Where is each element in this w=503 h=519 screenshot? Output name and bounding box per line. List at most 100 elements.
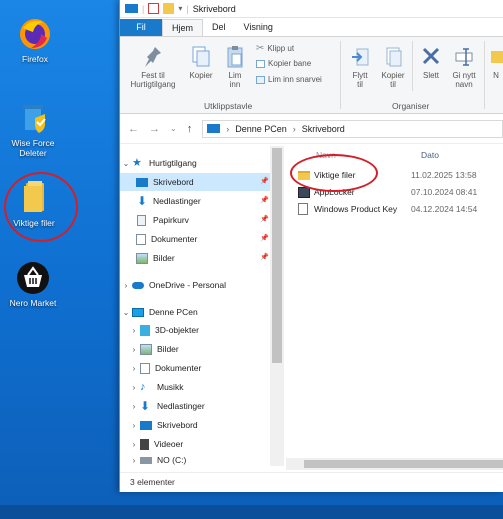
move-to-button[interactable]: Flytt til [346, 45, 374, 89]
explorer-app-icon [125, 4, 138, 13]
nav-item-papirkurv[interactable]: Papirkurv 📌 [120, 211, 270, 229]
nav-pc-videoer[interactable]: › Videoer [120, 435, 270, 453]
pictures-icon [136, 252, 148, 264]
copy-to-button[interactable]: Kopier til [378, 45, 408, 89]
ribbon-home: Fest til Hurtigtilgang Kopier Lim inn ✂ … [120, 36, 503, 114]
pin-icon[interactable]: 📌 [260, 234, 269, 243]
chevron-right-icon[interactable]: › [128, 456, 140, 465]
chevron-right-icon[interactable]: › [128, 345, 140, 354]
address-bar[interactable]: › Denne PCen › Skrivebord [202, 119, 503, 138]
breadcrumb-skrivebord[interactable]: Skrivebord [302, 124, 345, 134]
chevron-right-icon[interactable]: › [128, 383, 140, 392]
pin-icon[interactable]: 📌 [260, 196, 269, 205]
desktop-icon-label: Wise Force Deleter [11, 138, 55, 158]
nav-pc-bilder[interactable]: › Bilder [120, 340, 270, 358]
copy-path-button[interactable]: Kopier bane [256, 59, 311, 68]
nav-this-pc[interactable]: ⌄ Denne PCen [120, 303, 270, 321]
chevron-down-icon[interactable]: ⌄ [120, 308, 132, 317]
paste-button[interactable]: Lim inn [222, 45, 248, 89]
desktop-icon-label: Firefox [22, 54, 48, 64]
chevron-down-icon[interactable]: ⌄ [120, 159, 132, 168]
chevron-right-icon[interactable]: › [120, 281, 132, 290]
nav-pc-musikk[interactable]: › ♪ Musikk [120, 378, 270, 396]
item-count: 3 elementer [130, 476, 175, 487]
cut-button[interactable]: ✂ Klipp ut [256, 43, 294, 54]
nav-item-bilder[interactable]: Bilder 📌 [120, 249, 270, 267]
new-folder-icon [489, 45, 503, 69]
pin-icon[interactable]: 📌 [260, 253, 269, 262]
rename-button[interactable]: Gi nytt navn [448, 45, 480, 89]
pin-quick-access-button[interactable]: Fest til Hurtigtilgang [124, 45, 182, 89]
desktop-icon-nero-market[interactable]: Nero Market [2, 260, 64, 308]
forward-arrow-icon[interactable]: → [149, 123, 160, 135]
nav-pc-dokumenter[interactable]: › Dokumenter [120, 359, 270, 377]
pictures-icon [140, 343, 152, 355]
ribbon-separator [340, 41, 341, 109]
nav-pc-drive-c[interactable]: › NO (C:) [120, 454, 270, 466]
chevron-right-icon[interactable]: › [128, 326, 140, 335]
firefox-icon [17, 16, 53, 52]
ribbon-separator [484, 41, 485, 109]
cloud-icon [132, 281, 144, 289]
desktop-location-icon [207, 124, 221, 133]
up-arrow-icon[interactable]: ↑ [187, 123, 193, 135]
content-scrollbar-thumb[interactable] [304, 460, 503, 468]
pin-icon [143, 45, 163, 69]
tab-fil[interactable]: Fil [120, 19, 162, 36]
recycle-bin-icon [137, 214, 146, 226]
trash-shield-icon [15, 100, 51, 136]
back-arrow-icon[interactable]: ← [128, 123, 139, 135]
ribbon-tabs: Fil Hjem Del Visning [120, 18, 503, 36]
copy-button[interactable]: Kopier [186, 45, 216, 80]
taskbar [0, 505, 503, 519]
new-button[interactable]: N [488, 45, 503, 80]
nav-pc-3d-objekter[interactable]: › 3D-objekter [120, 321, 270, 339]
chevron-right-icon[interactable]: › [128, 421, 140, 430]
chevron-right-icon[interactable]: › [128, 402, 140, 411]
film-icon [140, 438, 149, 450]
title-bar: | ▾ | Skrivebord [120, 0, 503, 18]
delete-button[interactable]: Slett [418, 45, 444, 80]
file-explorer-window: | ▾ | Skrivebord Fil Hjem Del Visning Fe… [119, 0, 503, 492]
nav-onedrive[interactable]: › OneDrive - Personal [120, 276, 270, 294]
new-folder-icon[interactable] [163, 3, 175, 14]
paste-shortcut-button[interactable]: Lim inn snarvei [256, 75, 322, 84]
delete-x-icon [421, 45, 441, 69]
pin-icon[interactable]: 📌 [260, 177, 269, 186]
text-file-icon [298, 203, 308, 215]
chevron-right-icon[interactable]: › [128, 440, 140, 449]
download-arrow-icon: ⬇ [140, 398, 151, 413]
annotation-circle-file [290, 154, 378, 192]
nav-item-dokumenter[interactable]: Dokumenter 📌 [120, 230, 270, 248]
download-arrow-icon: ⬇ [136, 193, 148, 208]
nav-pc-skrivebord[interactable]: › Skrivebord [120, 416, 270, 434]
drive-icon [140, 456, 152, 464]
column-date-header[interactable]: Dato [421, 150, 439, 160]
tab-del[interactable]: Del [203, 19, 235, 36]
documents-icon [140, 362, 150, 374]
star-icon: ★ [132, 156, 142, 169]
computer-icon [132, 307, 144, 317]
nav-item-nedlastinger[interactable]: ⬇ Nedlastinger 📌 [120, 192, 270, 210]
desktop-icon-firefox[interactable]: Firefox [4, 16, 66, 64]
properties-icon[interactable] [148, 3, 160, 14]
paste-icon [225, 45, 245, 69]
rename-icon [454, 45, 474, 69]
tab-hjem[interactable]: Hjem [162, 19, 204, 36]
nav-item-skrivebord[interactable]: Skrivebord 📌 [120, 173, 270, 191]
nav-quick-access[interactable]: ⌄ ★ Hurtigtilgang [120, 154, 270, 172]
breadcrumb-denne-pcen[interactable]: Denne PCen [235, 124, 287, 134]
recent-chevron-icon[interactable]: ⌄ [170, 124, 177, 133]
copy-icon [191, 45, 211, 69]
nav-scrollbar-thumb[interactable] [272, 148, 282, 363]
navigation-pane: ⌄ ★ Hurtigtilgang Skrivebord 📌 ⬇ Nedlast… [120, 146, 285, 466]
tab-visning[interactable]: Visning [235, 19, 282, 36]
status-bar: 3 elementer [120, 472, 503, 490]
desktop-icon-wise-force-deleter[interactable]: Wise Force Deleter [2, 100, 64, 158]
customize-qat-chevron-icon[interactable]: ▾ [178, 4, 182, 13]
paste-shortcut-icon [256, 75, 265, 84]
nav-pc-nedlastinger[interactable]: › ⬇ Nedlastinger [120, 397, 270, 415]
file-row-windows-product-key[interactable]: Windows Product Key 04.12.2024 14:54 [286, 200, 503, 218]
chevron-right-icon[interactable]: › [128, 364, 140, 373]
pin-icon[interactable]: 📌 [260, 215, 269, 224]
